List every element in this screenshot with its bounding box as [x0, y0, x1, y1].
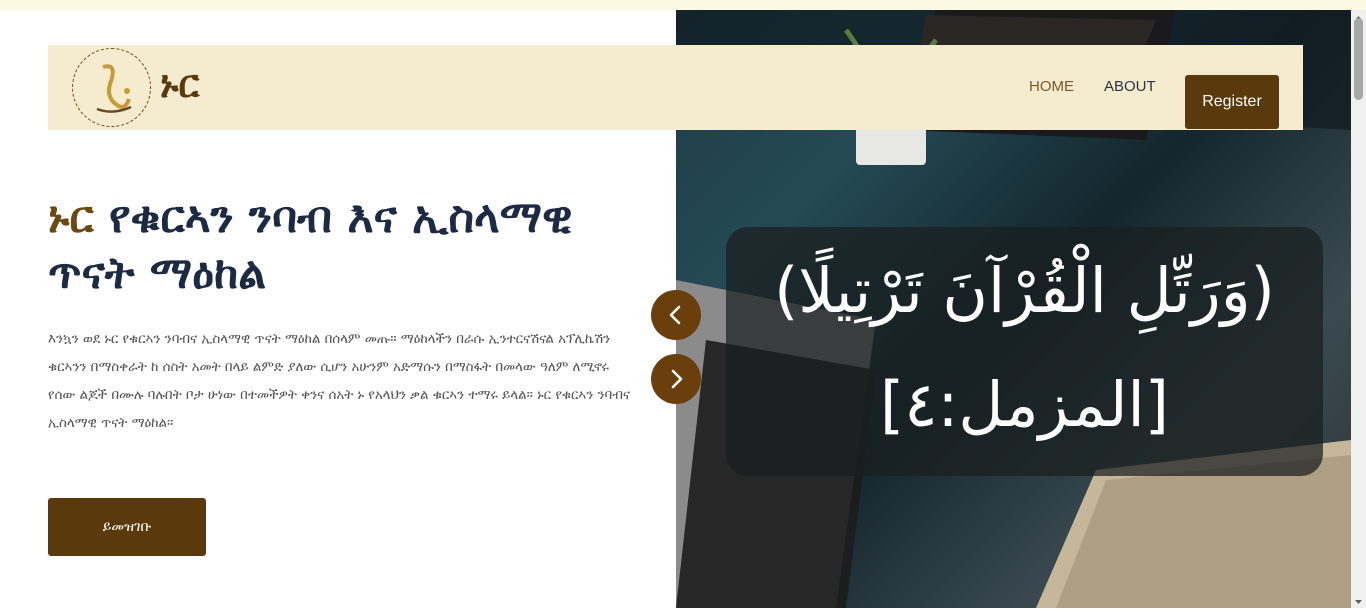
headline-accent: ኑር: [48, 192, 94, 243]
signup-cta-button[interactable]: ይመዝገቡ: [48, 498, 206, 556]
nav-about-link[interactable]: ABOUT: [1104, 78, 1156, 95]
slider-next-button[interactable]: [651, 354, 701, 404]
register-button[interactable]: Register: [1185, 75, 1279, 129]
headline-text: የቁርኣን ንባብ እና ኢስላማዊ ጥናት ማዕከል: [48, 192, 573, 299]
hero-description: እንኳን ወደ ኑር የቁርኣን ንባብና ኢስላማዊ ጥናት ማዕከል በሰላ…: [48, 332, 630, 431]
logo[interactable]: [72, 48, 151, 127]
slider-prev-button[interactable]: [651, 290, 701, 340]
chevron-left-icon: [669, 305, 681, 325]
calligraphy-logo-icon: [96, 64, 132, 113]
scroll-thumb[interactable]: [1354, 18, 1363, 100]
quran-verse: (وَرَتِّلِ الْقُرْآنَ تَرْتِيلًا): [774, 254, 1275, 327]
top-strip: [0, 0, 1366, 10]
nav-home-link[interactable]: HOME: [1029, 78, 1074, 95]
scroll-down-arrow-icon[interactable]: [1351, 594, 1366, 608]
hero-headline: ኑር የቁርኣን ንባብ እና ኢስላማዊ ጥናት ማዕከል: [48, 190, 648, 302]
brand-name[interactable]: ኑር: [160, 62, 199, 107]
verse-reference: [المزمل:٤]: [880, 368, 1169, 441]
chevron-right-icon: [671, 369, 683, 389]
page-scrollbar[interactable]: [1351, 10, 1366, 608]
